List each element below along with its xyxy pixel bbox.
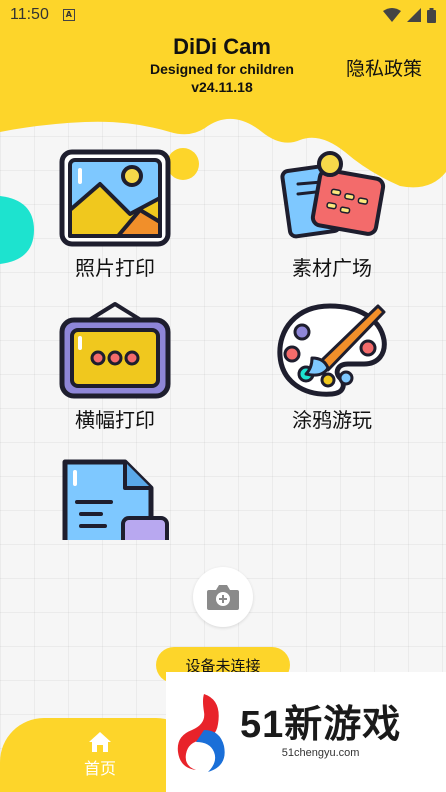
banner-print-icon (59, 302, 171, 399)
watermark-brand: 51新游戏 (240, 704, 402, 746)
status-time: 11:50 (10, 6, 49, 23)
document-print-icon (62, 459, 169, 540)
photo-print-icon (59, 149, 171, 247)
feature-grid: 照片打印 素材广场 横幅打印 涂鸦游玩 (0, 140, 446, 540)
app-version: v24.11.18 (191, 79, 253, 95)
tile-photo-print-label: 照片打印 (75, 256, 155, 280)
tile-banner-print-label: 横幅打印 (75, 408, 155, 432)
watermark: 51新游戏 51chengyu.com (166, 672, 446, 792)
home-icon (89, 732, 111, 752)
watermark-url: 51chengyu.com (281, 747, 360, 759)
tile-doodle-play-label: 涂鸦游玩 (292, 408, 372, 432)
nav-home-label: 首页 (83, 759, 116, 778)
material-square-icon (280, 151, 386, 239)
wifi-icon (383, 8, 401, 22)
tile-document-print[interactable] (45, 452, 185, 540)
app-title: DiDi Cam (173, 34, 271, 59)
camera-add-icon (207, 585, 239, 610)
watermark-logo (177, 694, 225, 772)
tile-photo-print[interactable]: 照片打印 (45, 148, 185, 281)
battery-icon (427, 7, 436, 23)
tile-doodle-play[interactable]: 涂鸦游玩 (262, 300, 402, 433)
status-bar: 11:50 A (0, 0, 446, 30)
app-subtitle: Designed for children (150, 61, 294, 77)
tile-material-square[interactable]: 素材广场 (262, 148, 402, 281)
doodle-palette-icon (277, 303, 387, 397)
privacy-policy-link[interactable]: 隐私政策 (346, 54, 422, 81)
add-camera-button[interactable] (193, 567, 253, 627)
tile-material-square-label: 素材广场 (292, 256, 372, 280)
notification-badge-icon: A (62, 9, 75, 21)
tile-banner-print[interactable]: 横幅打印 (45, 300, 185, 433)
signal-icon (407, 8, 421, 22)
status-icons (383, 7, 436, 23)
